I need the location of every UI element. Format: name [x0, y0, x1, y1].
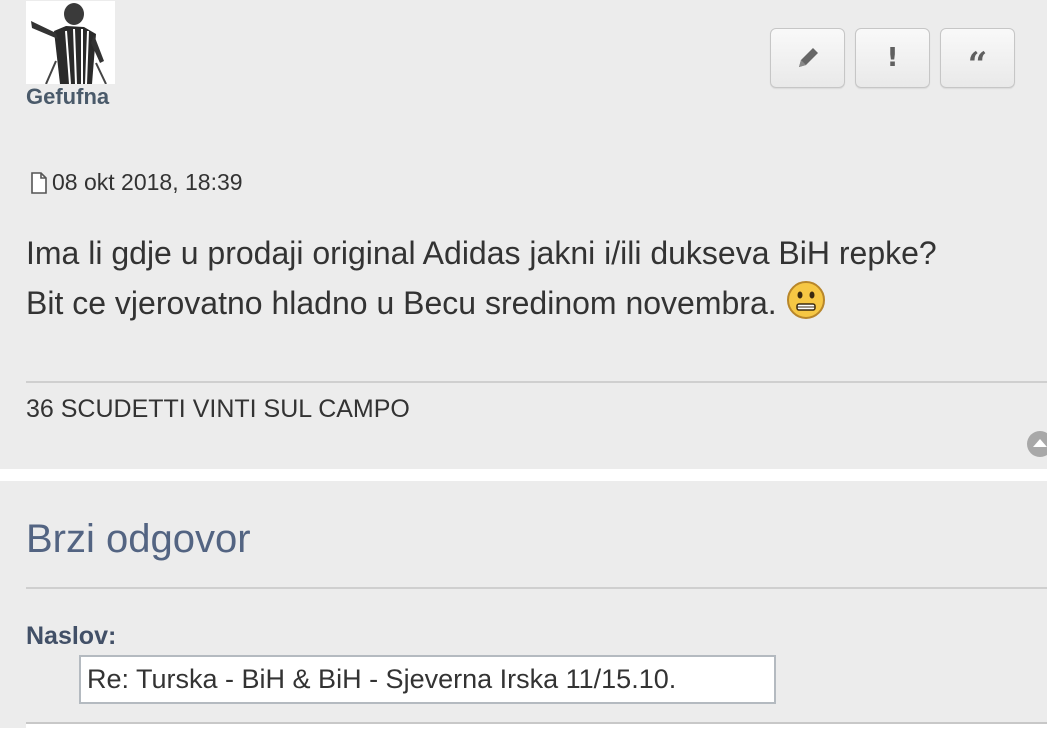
post-action-buttons: ! “: [770, 28, 1015, 88]
post-content-line-2: Bit ce vjerovatno hladno u Becu sredinom…: [26, 278, 1026, 328]
quote-icon: “: [967, 45, 988, 85]
post-panel: Gefufna ! “ 08 okt 2018, 18:39 Ima li gd…: [0, 0, 1047, 469]
edit-button[interactable]: [770, 28, 845, 88]
post-content: Ima li gdje u prodaji original Adidas ja…: [26, 228, 1026, 328]
subject-input[interactable]: [79, 655, 776, 704]
subject-label: Naslov:: [26, 622, 117, 650]
post-content-line-1: Ima li gdje u prodaji original Adidas ja…: [26, 235, 937, 271]
report-button[interactable]: !: [855, 28, 930, 88]
post-date: 08 okt 2018, 18:39: [30, 169, 243, 196]
avatar-image: [26, 1, 115, 84]
back-to-top-icon[interactable]: [1026, 430, 1047, 458]
post-date-text: 08 okt 2018, 18:39: [52, 169, 243, 195]
pencil-icon: [798, 48, 818, 67]
document-icon: [31, 171, 47, 194]
exclamation-icon: !: [886, 43, 899, 73]
smiley-emoji-icon: [786, 281, 825, 319]
user-signature: 36 SCUDETTI VINTI SUL CAMPO: [26, 395, 410, 423]
message-textarea[interactable]: [26, 722, 1047, 732]
post-content-line-2-text: Bit ce vjerovatno hladno u Becu sredinom…: [26, 285, 777, 321]
avatar[interactable]: [26, 1, 115, 84]
author-username[interactable]: Gefufna: [26, 84, 109, 110]
quick-reply-panel: Brzi odgovor Naslov:: [0, 481, 1047, 732]
quick-reply-title: Brzi odgovor: [26, 517, 251, 561]
quote-button[interactable]: “: [940, 28, 1015, 88]
signature-divider: [26, 381, 1047, 383]
quick-reply-divider: [26, 587, 1047, 589]
